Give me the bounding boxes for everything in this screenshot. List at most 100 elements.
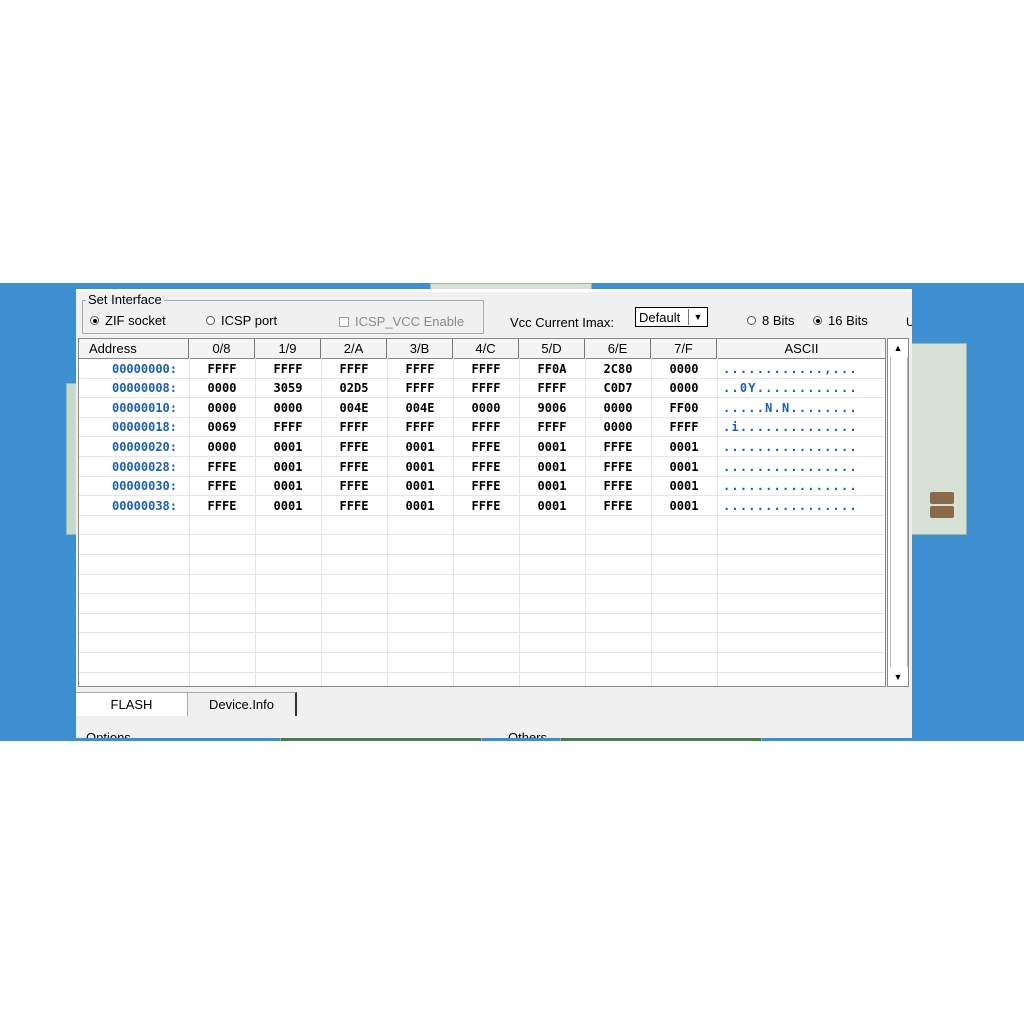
hex-word-cell[interactable]: 2C80 [585, 359, 651, 378]
16-bits-radio[interactable]: 16 Bits [813, 313, 868, 328]
hex-word-cell[interactable]: FFFF [189, 359, 255, 378]
hex-word-cell[interactable]: 0001 [255, 496, 321, 515]
hex-word-cell[interactable]: FFFE [321, 457, 387, 476]
hex-word-cell[interactable]: 0000 [585, 418, 651, 437]
col-header-6-e[interactable]: 6/E [585, 339, 651, 358]
chevron-down-icon[interactable]: ▼ [688, 309, 707, 325]
zif-socket-radio[interactable]: ZIF socket [90, 313, 166, 328]
ascii-cell[interactable]: .....N.N........ [723, 398, 883, 417]
ascii-cell[interactable]: ................ [723, 457, 883, 476]
address-cell[interactable]: 00000038: [79, 496, 177, 515]
address-cell[interactable]: 00000018: [79, 418, 177, 437]
hex-word-cell[interactable]: 0001 [651, 457, 717, 476]
address-cell[interactable]: 00000028: [79, 457, 177, 476]
address-cell[interactable]: 00000030: [79, 477, 177, 496]
hex-word-cell[interactable]: 0001 [651, 477, 717, 496]
col-header-3-b[interactable]: 3/B [387, 339, 453, 358]
hex-word-cell[interactable]: 0001 [387, 437, 453, 456]
col-header-address[interactable]: Address [79, 339, 189, 358]
hex-word-cell[interactable]: FFFF [519, 418, 585, 437]
scroll-up-arrow-icon[interactable]: ▲ [889, 340, 907, 356]
hex-word-cell[interactable]: FF00 [651, 398, 717, 417]
hex-word-cell[interactable]: 0001 [519, 457, 585, 476]
hex-word-cell[interactable]: FFFF [387, 418, 453, 437]
hex-word-cell[interactable]: FF0A [519, 359, 585, 378]
hex-word-cell[interactable]: FFFE [321, 437, 387, 456]
hex-grid[interactable]: Address 0/8 1/9 2/A 3/B 4/C 5/D 6/E 7/F … [78, 338, 886, 687]
tab-flash[interactable]: FLASH [76, 692, 187, 716]
hex-word-cell[interactable]: 0001 [519, 477, 585, 496]
icsp-vcc-enable-checkbox[interactable]: ICSP_VCC Enable [339, 314, 464, 329]
hex-word-cell[interactable]: 0001 [519, 496, 585, 515]
icsp-port-radio[interactable]: ICSP port [206, 313, 277, 328]
hex-word-cell[interactable]: 0001 [519, 437, 585, 456]
hex-word-cell[interactable]: 0000 [453, 398, 519, 417]
vertical-scrollbar[interactable]: ▲ ▼ [887, 338, 909, 687]
hex-word-cell[interactable]: 0000 [651, 379, 717, 398]
col-header-4-c[interactable]: 4/C [453, 339, 519, 358]
ascii-cell[interactable]: ............,... [723, 359, 883, 378]
ascii-cell[interactable]: ..0Y............ [723, 379, 883, 398]
hex-word-cell[interactable]: 0001 [387, 496, 453, 515]
hex-word-cell[interactable]: FFFE [189, 496, 255, 515]
col-header-ascii[interactable]: ASCII [717, 339, 885, 358]
hex-word-cell[interactable]: 0001 [255, 477, 321, 496]
hex-word-cell[interactable]: FFFF [519, 379, 585, 398]
hex-word-cell[interactable]: 0069 [189, 418, 255, 437]
hex-word-cell[interactable]: 9006 [519, 398, 585, 417]
address-cell[interactable]: 00000000: [79, 359, 177, 378]
hex-word-cell[interactable]: FFFE [585, 496, 651, 515]
tab-device-info[interactable]: Device.Info [187, 692, 297, 716]
hex-word-cell[interactable]: 0001 [255, 457, 321, 476]
hex-word-cell[interactable]: FFFF [255, 359, 321, 378]
address-cell[interactable]: 00000008: [79, 379, 177, 398]
hex-word-cell[interactable]: 0001 [387, 477, 453, 496]
col-header-7-f[interactable]: 7/F [651, 339, 717, 358]
hex-word-cell[interactable]: 0001 [651, 496, 717, 515]
hex-word-cell[interactable]: FFFF [453, 379, 519, 398]
hex-word-cell[interactable]: FFFE [585, 437, 651, 456]
hex-word-cell[interactable]: 0000 [189, 379, 255, 398]
hex-word-cell[interactable]: FFFE [321, 496, 387, 515]
col-header-0-8[interactable]: 0/8 [189, 339, 255, 358]
hex-word-cell[interactable]: FFFE [189, 457, 255, 476]
ascii-cell[interactable]: ................ [723, 477, 883, 496]
address-cell[interactable]: 00000010: [79, 398, 177, 417]
hex-word-cell[interactable]: 004E [387, 398, 453, 417]
hex-word-cell[interactable]: FFFF [453, 359, 519, 378]
hex-word-cell[interactable]: FFFE [321, 477, 387, 496]
hex-word-cell[interactable]: FFFE [453, 496, 519, 515]
hex-word-cell[interactable]: 3059 [255, 379, 321, 398]
hex-word-cell[interactable]: FFFF [321, 418, 387, 437]
hex-word-cell[interactable]: FFFE [453, 437, 519, 456]
vcc-current-select[interactable]: Default ▼ [635, 307, 708, 327]
hex-word-cell[interactable]: C0D7 [585, 379, 651, 398]
hex-word-cell[interactable]: FFFE [189, 477, 255, 496]
address-cell[interactable]: 00000020: [79, 437, 177, 456]
scroll-down-arrow-icon[interactable]: ▼ [889, 669, 907, 685]
8-bits-radio[interactable]: 8 Bits [747, 313, 795, 328]
col-header-5-d[interactable]: 5/D [519, 339, 585, 358]
hex-word-cell[interactable]: 0000 [585, 398, 651, 417]
hex-word-cell[interactable]: 0000 [651, 359, 717, 378]
hex-word-cell[interactable]: FFFF [321, 359, 387, 378]
hex-word-cell[interactable]: FFFF [453, 418, 519, 437]
hex-word-cell[interactable]: FFFF [651, 418, 717, 437]
hex-word-cell[interactable]: 0001 [651, 437, 717, 456]
scroll-track[interactable] [890, 357, 908, 667]
ascii-cell[interactable]: ................ [723, 496, 883, 515]
col-header-2-a[interactable]: 2/A [321, 339, 387, 358]
hex-word-cell[interactable]: FFFE [453, 477, 519, 496]
hex-word-cell[interactable]: 0000 [255, 398, 321, 417]
hex-word-cell[interactable]: 0001 [255, 437, 321, 456]
ascii-cell[interactable]: ................ [723, 437, 883, 456]
hex-word-cell[interactable]: 02D5 [321, 379, 387, 398]
hex-word-cell[interactable]: FFFE [453, 457, 519, 476]
col-header-1-9[interactable]: 1/9 [255, 339, 321, 358]
hex-word-cell[interactable]: FFFE [585, 457, 651, 476]
hex-word-cell[interactable]: 0001 [387, 457, 453, 476]
ascii-cell[interactable]: .i.............. [723, 418, 883, 437]
hex-word-cell[interactable]: FFFF [387, 379, 453, 398]
hex-word-cell[interactable]: FFFE [585, 477, 651, 496]
hex-word-cell[interactable]: 004E [321, 398, 387, 417]
